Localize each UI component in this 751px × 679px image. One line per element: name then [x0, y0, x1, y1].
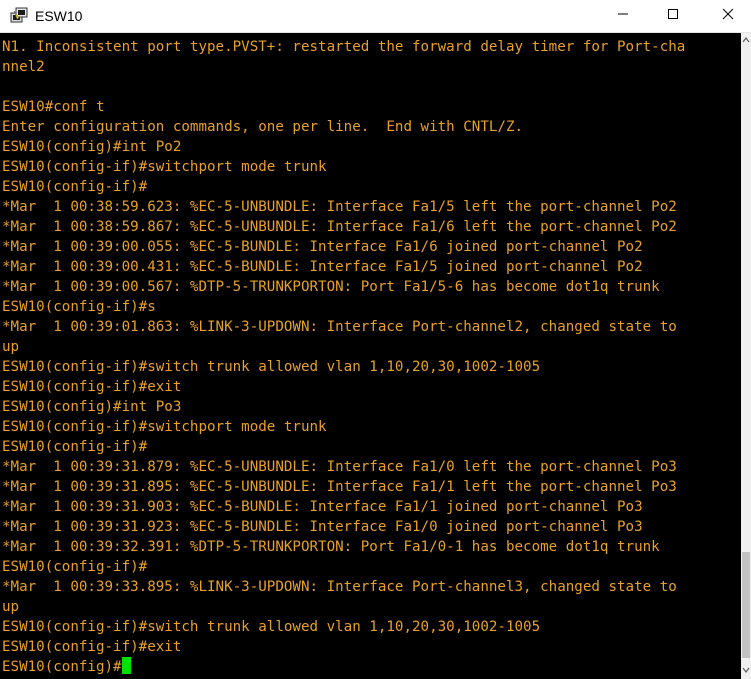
maximize-icon — [667, 7, 679, 25]
terminal-line: ESW10(config)#int Po2 — [2, 139, 182, 155]
terminal-line: *Mar 1 00:39:00.431: %EC-5-BUNDLE: Inter… — [2, 259, 643, 275]
window-title: ESW10 — [35, 8, 83, 24]
terminal-line: *Mar 1 00:39:31.895: %EC-5-UNBUNDLE: Int… — [2, 479, 677, 495]
terminal-line: N1. Inconsistent port type.PVST+: restar… — [2, 39, 686, 55]
putty-icon[interactable] — [10, 7, 28, 25]
terminal-line: ESW10(config-if)#exit — [2, 379, 182, 395]
terminal-line: ESW10(config-if)#s — [2, 299, 156, 315]
terminal-line: *Mar 1 00:38:59.867: %EC-5-UNBUNDLE: Int… — [2, 219, 677, 235]
terminal-line: ESW10(config-if)#exit — [2, 639, 182, 655]
scrollbar-thumb[interactable] — [742, 552, 750, 658]
terminal-line: nnel2 — [2, 59, 45, 75]
text-cursor — [121, 657, 131, 674]
terminal-line: *Mar 1 00:38:59.623: %EC-5-UNBUNDLE: Int… — [2, 199, 677, 215]
terminal-line: *Mar 1 00:39:00.055: %EC-5-BUNDLE: Inter… — [2, 239, 643, 255]
terminal-line: ESW10(config-if)#switchport mode trunk — [2, 419, 327, 435]
vertical-scrollbar[interactable] — [741, 33, 751, 679]
close-button[interactable] — [705, 0, 751, 32]
terminal-line: up — [2, 339, 20, 355]
terminal-line: *Mar 1 00:39:33.895: %LINK-3-UPDOWN: Int… — [2, 579, 677, 595]
terminal-line: *Mar 1 00:39:31.923: %EC-5-BUNDLE: Inter… — [2, 519, 643, 535]
terminal-line: ESW10(config)#int Po3 — [2, 399, 182, 415]
terminal-line: up — [2, 599, 20, 615]
terminal-line: ESW10#conf t — [2, 99, 105, 115]
terminal-line: *Mar 1 00:39:31.903: %EC-5-BUNDLE: Inter… — [2, 499, 643, 515]
minimize-button[interactable] — [600, 0, 646, 32]
scroll-down-arrow-icon[interactable] — [741, 663, 751, 677]
terminal-prompt: ESW10(config)# — [2, 659, 122, 675]
terminal-line: *Mar 1 00:39:31.879: %EC-5-UNBUNDLE: Int… — [2, 459, 677, 475]
terminal-line: ESW10(config-if)#switch trunk allowed vl… — [2, 619, 541, 635]
terminal-line: *Mar 1 00:39:32.391: %DTP-5-TRUNKPORTON:… — [2, 539, 660, 555]
terminal-line: *Mar 1 00:39:00.567: %DTP-5-TRUNKPORTON:… — [2, 279, 660, 295]
minimize-icon — [617, 7, 629, 25]
terminal-line: Enter configuration commands, one per li… — [2, 119, 524, 135]
terminal-output[interactable]: N1. Inconsistent port type.PVST+: restar… — [0, 33, 741, 679]
terminal-line: *Mar 1 00:39:01.863: %LINK-3-UPDOWN: Int… — [2, 319, 677, 335]
terminal-line: ESW10(config-if)# — [2, 179, 148, 195]
terminal-line: ESW10(config-if)#switch trunk allowed vl… — [2, 359, 541, 375]
title-bar[interactable]: ESW10 — [0, 0, 751, 33]
terminal-prompt-line[interactable]: ESW10(config)# — [2, 657, 685, 677]
scroll-up-arrow-icon[interactable] — [741, 33, 751, 47]
putty-window: ESW10 N1. Inconsistent port type.PVST+: … — [0, 0, 751, 679]
close-icon — [722, 7, 734, 25]
terminal-line: ESW10(config-if)#switchport mode trunk — [2, 159, 327, 175]
maximize-button[interactable] — [650, 0, 696, 32]
terminal-line: ESW10(config-if)# — [2, 559, 148, 575]
terminal-line: ESW10(config-if)# — [2, 439, 148, 455]
terminal-text: N1. Inconsistent port type.PVST+: restar… — [2, 37, 685, 677]
